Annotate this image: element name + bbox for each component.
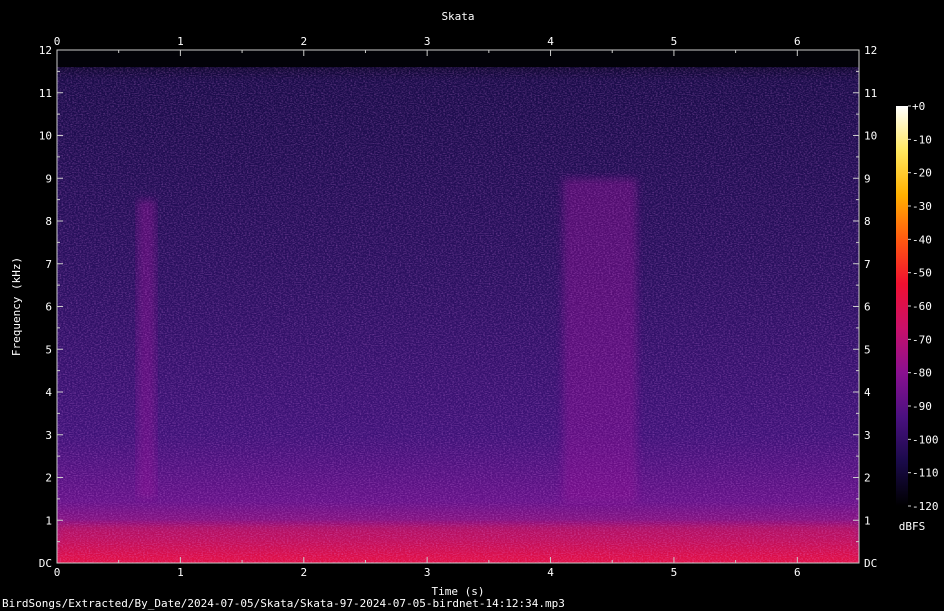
colorbar-tick-label: -70 (912, 333, 932, 346)
colorbar-ticks: +0 -10 -20 -30 -40 -50 -60 -70 -80 -90 -100 -110 -12… (908, 100, 939, 513)
y-tick-label-right: 1 (864, 514, 871, 527)
y-tick-label: 11 (39, 87, 52, 100)
colorbar-tick-label: -80 (912, 367, 932, 380)
y-tick-label: 3 (45, 429, 52, 442)
x-tick-label-top: 4 (547, 35, 554, 48)
y-tick-label: 1 (45, 514, 52, 527)
colorbar-tick-label: -30 (912, 200, 932, 213)
y-tick-label-right: 9 (864, 172, 871, 185)
y-tick-label: 5 (45, 343, 52, 356)
chart-title: Skata (441, 10, 474, 23)
x-tick-label: 0 (54, 566, 61, 579)
y-tick-label: 12 (39, 44, 52, 57)
colorbar-tick-label: -10 (912, 133, 932, 146)
y-tick-label-right: 10 (864, 130, 877, 143)
spectrogram-plot-area (57, 50, 859, 563)
x-tick-label-top: 3 (424, 35, 431, 48)
x-tick-label: 4 (547, 566, 554, 579)
y-tick-label-right: 11 (864, 87, 877, 100)
colorbar-tick-label: -20 (912, 167, 932, 180)
y-tick-label-right: 5 (864, 343, 871, 356)
y-tick-label: 7 (45, 258, 52, 271)
y-tick-label: 10 (39, 130, 52, 143)
spectrogram-empty-band (57, 50, 859, 68)
file-path-label: BirdSongs/Extracted/By_Date/2024-07-05/S… (2, 597, 565, 610)
x-tick-label-top: 1 (177, 35, 184, 48)
colorbar-tick-label: -50 (912, 267, 932, 280)
colorbar-tick-label: -40 (912, 233, 932, 246)
x-tick-label: 3 (424, 566, 431, 579)
y-tick-label-right: 7 (864, 258, 871, 271)
y-tick-label-right: DC (864, 557, 877, 570)
x-tick-label-top: 0 (54, 35, 61, 48)
colorbar (896, 106, 908, 506)
y-tick-label-right: 3 (864, 429, 871, 442)
colorbar-tick-label: -120 (912, 500, 939, 513)
x-tick-label: 2 (300, 566, 307, 579)
colorbar-label: dBFS (899, 520, 926, 533)
colorbar-tick-label: -110 (912, 467, 939, 480)
colorbar-tick-label: -100 (912, 433, 939, 446)
y-tick-label-right: 12 (864, 44, 877, 57)
y-tick-label-right: 6 (864, 301, 871, 314)
y-tick-label: 4 (45, 386, 52, 399)
y-tick-label-right: 4 (864, 386, 871, 399)
y-tick-label: DC (39, 557, 52, 570)
colorbar-tick-label: -90 (912, 400, 932, 413)
spectrogram-noise-texture (57, 50, 859, 563)
x-tick-label-top: 2 (300, 35, 307, 48)
y-tick-label-right: 8 (864, 215, 871, 228)
colorbar-tick-label: -60 (912, 300, 932, 313)
x-tick-label-top: 6 (794, 35, 801, 48)
y-axis-label: Frequency (kHz) (10, 257, 23, 356)
y-tick-label-right: 2 (864, 472, 871, 485)
colorbar-tick-label: +0 (912, 100, 925, 113)
x-tick-label: 6 (794, 566, 801, 579)
x-tick-label: 1 (177, 566, 184, 579)
x-tick-label: 5 (671, 566, 678, 579)
y-tick-label: 8 (45, 215, 52, 228)
y-tick-label: 2 (45, 472, 52, 485)
x-tick-label-top: 5 (671, 35, 678, 48)
spectrogram-figure: Skata 00112233445566DC DC1 12 23 34 45 56 67 78 8… (2, 10, 939, 610)
y-tick-label: 6 (45, 301, 52, 314)
y-tick-label: 9 (45, 172, 52, 185)
